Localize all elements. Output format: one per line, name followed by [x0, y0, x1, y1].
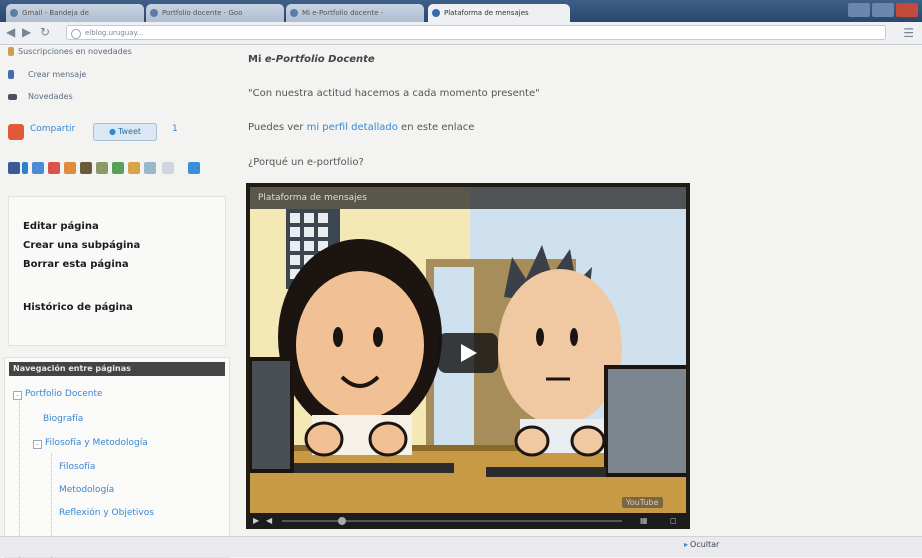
browser-tab[interactable]: Mi e-Portfolio docente -: [286, 4, 424, 22]
share-icon[interactable]: [8, 124, 24, 140]
keyboard-left: [294, 463, 454, 473]
profile-link-sentence: Puedes ver mi perfil detallado en este e…: [248, 122, 474, 133]
link-prefix: Puedes ver: [248, 122, 307, 133]
boy-face: [498, 269, 622, 425]
status-bar: [0, 536, 922, 557]
page-title: Mi e-Portfolio Docente: [248, 54, 375, 65]
email-icon[interactable]: [162, 162, 174, 174]
video-player[interactable]: Plataforma de mensajes YouTube ▶ ◀ ▦ ◻: [246, 183, 690, 529]
facebook-icon[interactable]: [8, 162, 20, 174]
stumbleupon-icon[interactable]: [64, 162, 76, 174]
sidebar-link-news[interactable]: Novedades: [28, 92, 73, 101]
create-subpage-link[interactable]: Crear una subpágina: [23, 240, 140, 251]
youtube-logo[interactable]: YouTube: [622, 497, 663, 508]
profile-link[interactable]: mi perfil detallado: [307, 122, 398, 133]
bookmark-icon[interactable]: [112, 162, 124, 174]
browser-tab-active[interactable]: Plataforma de mensajes: [428, 4, 570, 22]
sidebar-link-subscriptions[interactable]: Suscripciones en novedades: [18, 47, 132, 56]
tab-favicon-icon: [290, 9, 298, 17]
delicious-icon[interactable]: [32, 162, 44, 174]
progress-bar[interactable]: [282, 520, 622, 522]
evernote-icon[interactable]: [80, 162, 92, 174]
share-label[interactable]: Compartir: [30, 124, 75, 134]
edit-page-link[interactable]: Editar página: [23, 221, 99, 232]
tab-favicon-icon: [432, 9, 440, 17]
more-icon[interactable]: [188, 162, 200, 174]
tree-connector: [19, 398, 20, 558]
question-heading: ¿Porqué un e-portfolio?: [248, 157, 364, 168]
page-actions-box: Editar página Crear una subpágina Borrar…: [8, 196, 226, 346]
browser-tab[interactable]: Gmail - Bandeja de: [6, 4, 144, 22]
tree-item-philosophy[interactable]: Filosofía: [59, 462, 95, 472]
print-icon[interactable]: [144, 162, 156, 174]
bar-toggle-icon: ▸: [684, 540, 689, 549]
tree-collapse-icon[interactable]: -: [33, 440, 42, 449]
tree-item-biography[interactable]: Biografía: [43, 414, 83, 424]
keyboard-right: [486, 467, 606, 477]
tweet-button[interactable]: ● Tweet: [93, 123, 157, 141]
tab-label: Portfolio docente - Goo: [162, 9, 243, 17]
page-title-prefix: Mi: [248, 54, 265, 65]
share-count: 1: [172, 124, 178, 134]
subscribe-icon: [8, 47, 14, 56]
tree-item-methodology[interactable]: Metodología: [59, 485, 114, 495]
play-icon[interactable]: ▶: [253, 516, 259, 525]
myspace-icon[interactable]: [22, 162, 28, 174]
twitter-bird-icon: ●: [108, 127, 116, 136]
monitor-left: [250, 357, 294, 473]
quality-icon[interactable]: ▦: [640, 516, 648, 525]
tree-collapse-icon[interactable]: -: [13, 391, 22, 400]
tab-label: Mi e-Portfolio docente -: [302, 9, 384, 17]
delete-page-link[interactable]: Borrar esta página: [23, 259, 129, 270]
tab-favicon-icon: [150, 9, 158, 17]
progress-scrubber[interactable]: [338, 517, 346, 525]
girl-face: [296, 271, 424, 419]
reload-icon[interactable]: ↻: [40, 25, 50, 39]
hide-bar-label: Ocultar: [690, 540, 720, 549]
tree-item-portfolio[interactable]: Portfolio Docente: [25, 389, 103, 399]
feed-icon: [8, 94, 17, 100]
browser-toolbar: ◀ ▶ ↻ elblog.uruguay... ☰: [0, 22, 922, 45]
page-title-italic: e-Portfolio Docente: [264, 54, 375, 65]
sidebar-link-new-post[interactable]: Crear mensaje: [28, 70, 86, 79]
tab-favicon-icon: [10, 9, 18, 17]
video-title: Plataforma de mensajes: [258, 193, 367, 203]
play-button[interactable]: [438, 333, 498, 373]
address-bar[interactable]: elblog.uruguay...: [66, 25, 886, 40]
page-history-link[interactable]: Histórico de página: [23, 302, 133, 313]
tweet-label: Tweet: [117, 127, 142, 136]
video-title-bar[interactable]: Plataforma de mensajes: [250, 187, 686, 209]
link-suffix: en este enlace: [397, 122, 475, 133]
tree-item-philosophy-methodology[interactable]: Filosofía y Metodología: [45, 438, 148, 448]
share-more-icon[interactable]: [128, 162, 140, 174]
monitor-right: [604, 365, 686, 477]
video-frame[interactable]: Plataforma de mensajes YouTube: [250, 187, 686, 513]
browser-menu-icon[interactable]: ☰: [903, 26, 914, 40]
page-info-icon: [71, 29, 81, 39]
maximize-button[interactable]: [872, 3, 894, 17]
tab-label: Plataforma de mensajes: [444, 9, 529, 17]
digg-icon[interactable]: [48, 162, 60, 174]
page-navigation-box: Navegación entre páginas - Portfolio Doc…: [4, 357, 230, 558]
address-bar-text: elblog.uruguay...: [85, 29, 144, 37]
back-icon[interactable]: ◀: [6, 25, 15, 39]
tab-label: Gmail - Bandeja de: [22, 9, 89, 17]
video-controls: ▶ ◀ ▦ ◻: [246, 513, 690, 529]
sidebar: Suscripciones en novedades Crear mensaje…: [0, 44, 232, 558]
minimize-button[interactable]: [848, 3, 870, 17]
quote-text: "Con nuestra actitud hacemos a cada mome…: [248, 88, 540, 99]
close-window-button[interactable]: [896, 3, 918, 17]
browser-tab[interactable]: Portfolio docente - Goo: [146, 4, 284, 22]
forward-icon[interactable]: ▶: [22, 25, 31, 39]
fullscreen-icon[interactable]: ◻: [670, 516, 677, 525]
volume-icon[interactable]: ◀: [266, 516, 272, 525]
page-navigation-title: Navegación entre páginas: [9, 362, 225, 376]
social-icons-row: [8, 162, 208, 176]
tree-item-reflection-objectives[interactable]: Reflexión y Objetivos: [59, 508, 154, 518]
reddit-icon[interactable]: [96, 162, 108, 174]
pencil-icon: [8, 70, 14, 79]
hide-bar-button[interactable]: ▸ Ocultar: [684, 540, 719, 549]
browser-tab-strip: Gmail - Bandeja de Portfolio docente - G…: [0, 0, 922, 22]
